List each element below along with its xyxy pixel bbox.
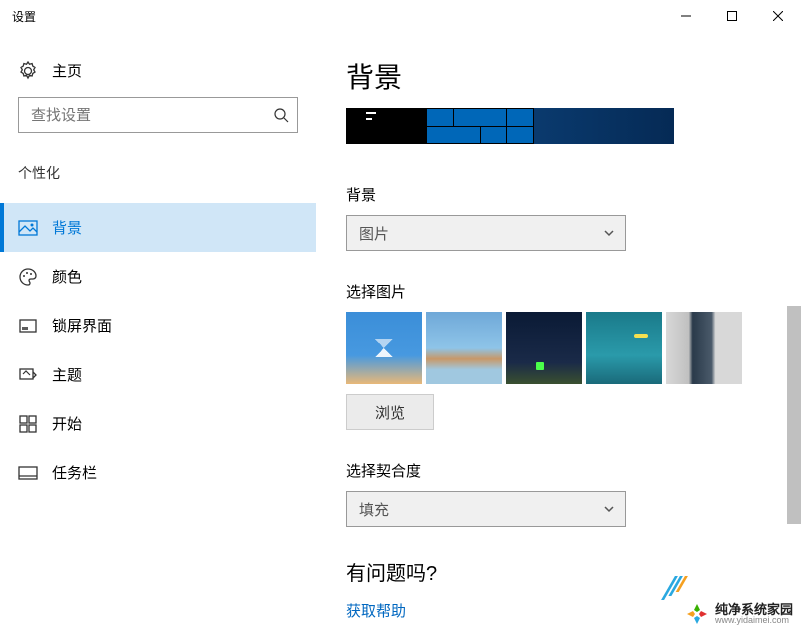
scrollbar[interactable] [787,96,801,630]
lockscreen-icon [18,316,38,336]
nav-label: 主题 [52,364,82,385]
minimize-icon [681,11,691,21]
gear-icon [18,61,38,81]
nav-item-lockscreen[interactable]: 锁屏界面 [0,301,316,350]
maximize-button[interactable] [709,0,755,32]
picture-thumbnails [346,312,801,384]
choose-picture-label: 选择图片 [346,281,801,302]
fit-dropdown[interactable]: 填充 [346,491,626,527]
browse-button[interactable]: 浏览 [346,394,434,430]
nav-item-start[interactable]: 开始 [0,399,316,448]
nav-label: 任务栏 [52,462,97,483]
picture-icon [18,218,38,238]
nav-item-background[interactable]: 背景 [0,203,316,252]
thumbnail-1[interactable] [346,312,422,384]
background-label: 背景 [346,184,801,205]
sidebar: 主页 个性化 背景 颜色 锁屏界面 主题 开始 任务栏 [0,32,316,630]
close-button[interactable] [755,0,801,32]
search-icon [273,107,289,123]
palette-icon [18,267,38,287]
thumbnail-3[interactable] [506,312,582,384]
search-input[interactable] [31,107,273,124]
watermark-icon [685,602,709,626]
main-panel: 背景 背景 图片 选择图片 浏览 选择契合度 填充 有问 [316,32,801,630]
search-box[interactable] [18,97,298,133]
dropdown-value: 填充 [359,499,389,520]
watermark: 纯净系统家园 www.yidaimei.com [685,602,793,626]
fit-label: 选择契合度 [346,460,801,481]
dropdown-value: 图片 [359,223,389,244]
home-label: 主页 [52,60,82,81]
titlebar: 设置 [0,0,801,32]
nav-label: 背景 [52,217,82,238]
chevron-down-icon [603,227,615,239]
minimize-button[interactable] [663,0,709,32]
scrollbar-thumb[interactable] [787,306,801,524]
nav-label: 锁屏界面 [52,315,112,336]
page-title: 背景 [346,56,801,96]
maximize-icon [727,11,737,21]
background-dropdown[interactable]: 图片 [346,215,626,251]
help-heading: 有问题吗? [346,557,801,586]
nav-item-taskbar[interactable]: 任务栏 [0,448,316,497]
close-icon [773,11,783,21]
theme-icon [18,365,38,385]
window-title: 设置 [12,8,36,25]
nav-item-themes[interactable]: 主题 [0,350,316,399]
chevron-down-icon [603,503,615,515]
thumbnail-4[interactable] [586,312,662,384]
nav-label: 开始 [52,413,82,434]
taskbar-icon [18,463,38,483]
start-icon [18,414,38,434]
home-button[interactable]: 主页 [0,56,316,97]
nav-item-colors[interactable]: 颜色 [0,252,316,301]
nav-label: 颜色 [52,266,82,287]
thumbnail-2[interactable] [426,312,502,384]
window-controls [663,0,801,32]
thumbnail-5[interactable] [666,312,742,384]
desktop-preview [346,108,674,144]
section-header: 个性化 [0,163,316,203]
watermark-url: www.yidaimei.com [715,616,793,625]
